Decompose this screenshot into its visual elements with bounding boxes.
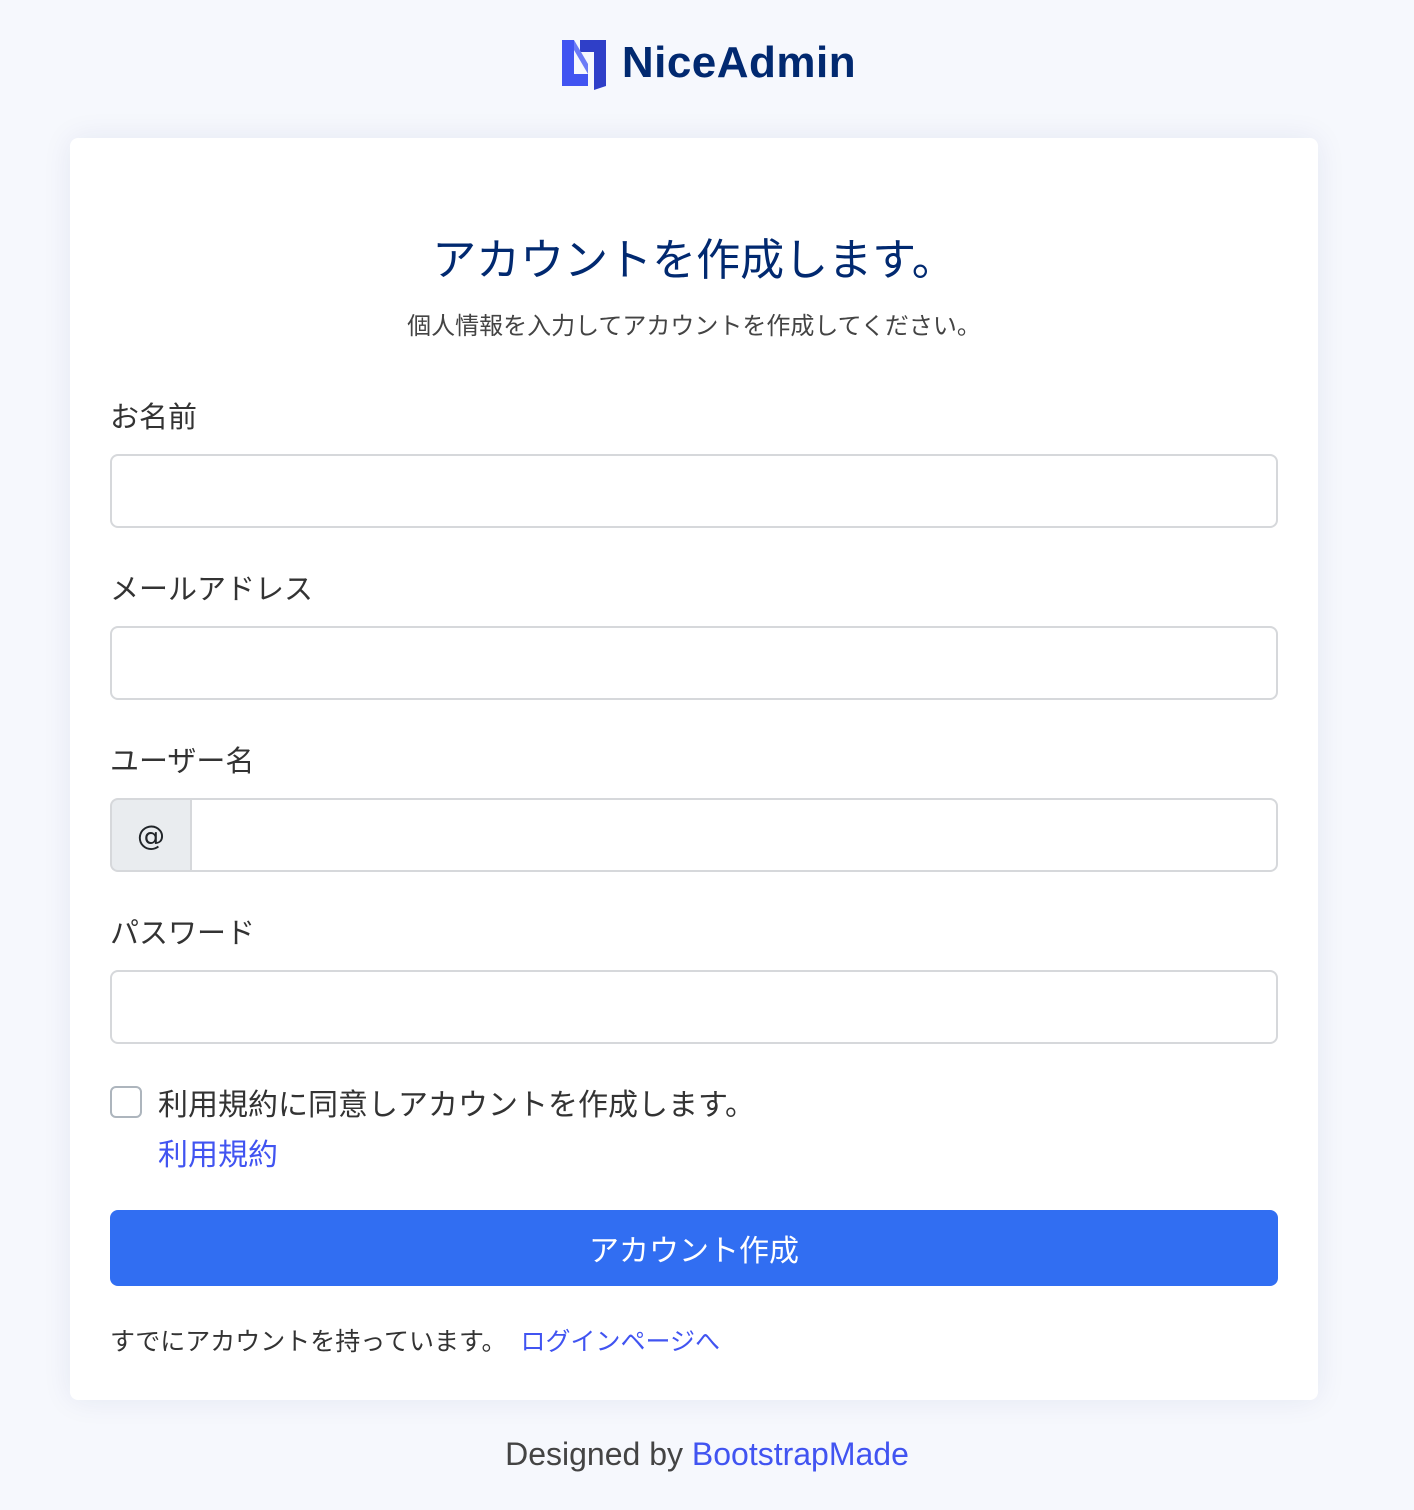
create-account-button[interactable]: アカウント作成: [110, 1210, 1278, 1286]
page-subtitle: 個人情報を入力してアカウントを作成してください。: [407, 312, 981, 340]
email-label: メールアドレス: [110, 572, 314, 606]
terms-checkbox[interactable]: [110, 1086, 142, 1118]
terms-link[interactable]: 利用規約: [158, 1130, 278, 1174]
password-field[interactable]: [110, 970, 1278, 1044]
at-prefix: @: [110, 798, 190, 872]
terms-checkbox-label[interactable]: 利用規約に同意しアカウントを作成します。: [158, 1080, 755, 1124]
brand[interactable]: NiceAdmin: [0, 36, 1414, 90]
password-label: パスワード: [110, 916, 256, 950]
name-field[interactable]: [110, 454, 1278, 528]
brand-name: NiceAdmin: [621, 38, 857, 87]
username-label: ユーザー名: [110, 744, 255, 778]
footer-credits: Designed by BootstrapMade: [0, 1436, 1414, 1473]
bootstrapmade-link[interactable]: BootstrapMade: [692, 1436, 909, 1472]
footer-prefix: Designed by: [505, 1436, 683, 1472]
page-title: アカウントを作成します。: [432, 235, 956, 286]
login-link[interactable]: ログインページへ: [521, 1327, 721, 1356]
login-prompt: すでにアカウントを持っています。 ログインページへ: [110, 1322, 720, 1358]
register-card: アカウントを作成します。 個人情報を入力してアカウントを作成してください。 お名…: [70, 138, 1318, 1400]
email-field[interactable]: [110, 626, 1278, 700]
nice-admin-logo-icon: [561, 40, 606, 90]
username-input-group: @: [110, 798, 1278, 872]
name-label: お名前: [110, 400, 198, 434]
username-field[interactable]: [190, 798, 1278, 872]
login-prompt-text: すでにアカウントを持っています。: [110, 1327, 507, 1356]
